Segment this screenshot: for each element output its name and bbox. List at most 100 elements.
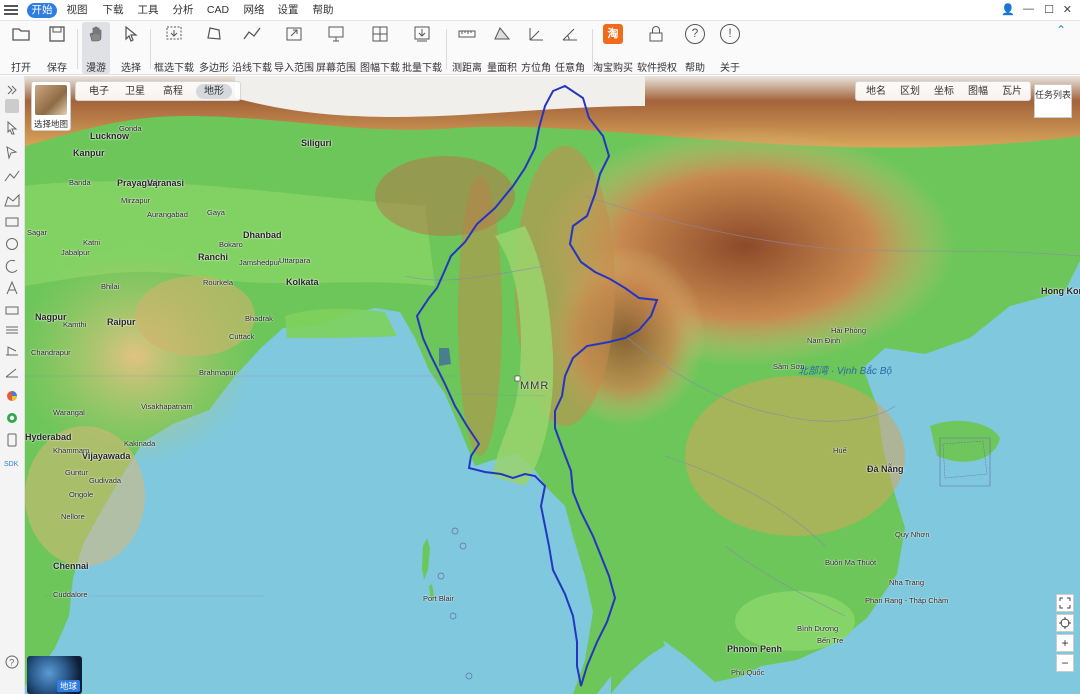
layer-tab-electronic[interactable]: 电子: [84, 84, 114, 99]
globe-view-button[interactable]: 地球: [27, 656, 82, 694]
map-label: Nha Trang: [889, 578, 925, 587]
menu-tab-help[interactable]: 帮助: [309, 3, 337, 18]
roam-button[interactable]: 漫游: [82, 22, 110, 74]
measure-icon[interactable]: [3, 342, 21, 358]
maximize-button[interactable]: ☐: [1044, 3, 1054, 16]
open-button[interactable]: 打开: [8, 22, 34, 74]
license-button[interactable]: 软件授权: [637, 22, 677, 74]
fullscreen-button[interactable]: [1056, 594, 1074, 612]
collapse-ribbon-icon[interactable]: ⌃: [1056, 23, 1066, 37]
map-label: Varanasi: [147, 178, 185, 188]
menu-tab-download[interactable]: 下载: [99, 3, 127, 18]
measure-area-button[interactable]: 量面积: [487, 22, 517, 74]
map-label: Aurangabad: [147, 210, 188, 219]
map-label: Siliguri: [301, 138, 332, 148]
hamburger-menu-icon[interactable]: [4, 3, 18, 17]
text-icon[interactable]: [3, 280, 21, 296]
menu-tab-view[interactable]: 视图: [63, 3, 91, 18]
close-button[interactable]: ✕: [1063, 3, 1072, 16]
arbitrary-angle-button[interactable]: 任意角: [555, 22, 585, 74]
screen-icon: [328, 26, 344, 42]
map-label: Chennai: [53, 561, 89, 571]
marker-icon[interactable]: [3, 144, 21, 160]
map-label: Nellore: [61, 512, 85, 521]
about-button[interactable]: ! 关于: [718, 22, 742, 74]
help-label: 帮助: [685, 63, 705, 74]
menu-tab-tools[interactable]: 工具: [134, 3, 162, 18]
arc-icon[interactable]: [3, 258, 21, 274]
stack-icon[interactable]: [3, 322, 21, 338]
color-wheel-icon[interactable]: [3, 388, 21, 404]
help-button[interactable]: ? 帮助: [683, 22, 707, 74]
map-thumbnail: [35, 85, 67, 115]
zoom-out-button[interactable]: −: [1056, 654, 1074, 672]
taobao-buy-button[interactable]: 淘 淘宝购买: [593, 22, 633, 74]
help-icon[interactable]: ?: [3, 654, 21, 670]
azimuth-button[interactable]: 方位角: [521, 22, 551, 74]
import-range-button[interactable]: 导入范围: [274, 22, 314, 74]
globe-label: 地球: [56, 680, 80, 692]
hand-icon[interactable]: [3, 98, 21, 114]
map-view[interactable]: Kanpur Lucknow Gonda Prayagraj Varanasi …: [25, 76, 1080, 694]
overlay-tab-tiles[interactable]: 瓦片: [998, 84, 1026, 99]
layer-color-icon[interactable]: [3, 410, 21, 426]
menu-tab-cad[interactable]: CAD: [204, 3, 232, 18]
measure-distance-button[interactable]: 测距离: [452, 22, 482, 74]
overlay-tab-divisions[interactable]: 区划: [896, 84, 924, 99]
polyline-icon[interactable]: [3, 168, 21, 184]
label-icon[interactable]: [3, 302, 21, 318]
menu-tab-start[interactable]: 开始: [27, 3, 57, 18]
map-selector-label: 选择地图: [33, 119, 68, 129]
overlay-tab-placenames[interactable]: 地名: [862, 84, 890, 99]
cursor-icon[interactable]: [3, 120, 21, 136]
left-toolbar: SDK ?: [0, 76, 25, 694]
overlay-tab-coordinates[interactable]: 坐标: [930, 84, 958, 99]
rectangle-icon[interactable]: [3, 214, 21, 230]
layer-tab-terrain[interactable]: 地形: [196, 84, 232, 99]
minimize-button[interactable]: —: [1023, 3, 1034, 15]
device-icon[interactable]: [3, 432, 21, 448]
map-label: Hải Phòng: [831, 326, 867, 335]
toolbar-separator: [446, 29, 447, 69]
map-selector[interactable]: 选择地图: [31, 81, 71, 131]
zoom-in-button[interactable]: +: [1056, 634, 1074, 652]
batch-download-button[interactable]: 批量下载: [402, 22, 442, 74]
map-label: Khammam: [53, 446, 90, 455]
layer-tab-satellite[interactable]: 卫星: [120, 84, 150, 99]
map-label: Uttarpara: [279, 256, 311, 265]
locate-button[interactable]: [1056, 614, 1074, 632]
user-icon[interactable]: 👤: [1001, 3, 1015, 16]
menu-tab-network[interactable]: 网络: [240, 3, 268, 18]
area-draw-icon[interactable]: [3, 192, 21, 208]
country-label-myanmar: MMR: [520, 380, 550, 392]
map-label: Phnom Penh: [727, 644, 783, 654]
measure-area-label: 量面积: [487, 63, 517, 74]
angle-icon[interactable]: [3, 364, 21, 380]
save-button[interactable]: 保存: [44, 22, 70, 74]
sheet-icon: [372, 26, 388, 42]
map-label: Nam Định: [807, 336, 841, 345]
crosshair-icon: [1059, 617, 1071, 629]
line-download-button[interactable]: 沿线下载: [232, 22, 272, 74]
polygon-button[interactable]: 多边形: [199, 22, 229, 74]
polygon-label: 多边形: [199, 63, 229, 74]
menu-tab-analysis[interactable]: 分析: [169, 3, 197, 18]
batch-download-icon: [414, 26, 430, 42]
save-icon: [49, 26, 65, 42]
expand-panel-icon[interactable]: [3, 82, 21, 98]
map-label: Buôn Ma Thuột: [825, 558, 877, 567]
map-label: Sagar: [27, 228, 48, 237]
overlay-tab-sheets[interactable]: 图幅: [964, 84, 992, 99]
screen-range-button[interactable]: 屏幕范围: [316, 22, 356, 74]
task-list-button[interactable]: 任务列表: [1034, 84, 1072, 118]
circle-icon[interactable]: [3, 236, 21, 252]
sheet-download-button[interactable]: 图幅下载: [360, 22, 400, 74]
sdk-icon[interactable]: SDK: [3, 454, 21, 470]
layer-tab-elevation[interactable]: 高程: [158, 84, 188, 99]
box-download-button[interactable]: 框选下载: [154, 22, 194, 74]
map-label: Bình Dương: [797, 624, 839, 633]
select-button[interactable]: 选择: [118, 22, 144, 74]
map-label: Cuddalore: [53, 590, 88, 599]
map-label: Phan Rang - Tháp Chàm: [865, 596, 949, 605]
menu-tab-settings[interactable]: 设置: [274, 3, 302, 18]
